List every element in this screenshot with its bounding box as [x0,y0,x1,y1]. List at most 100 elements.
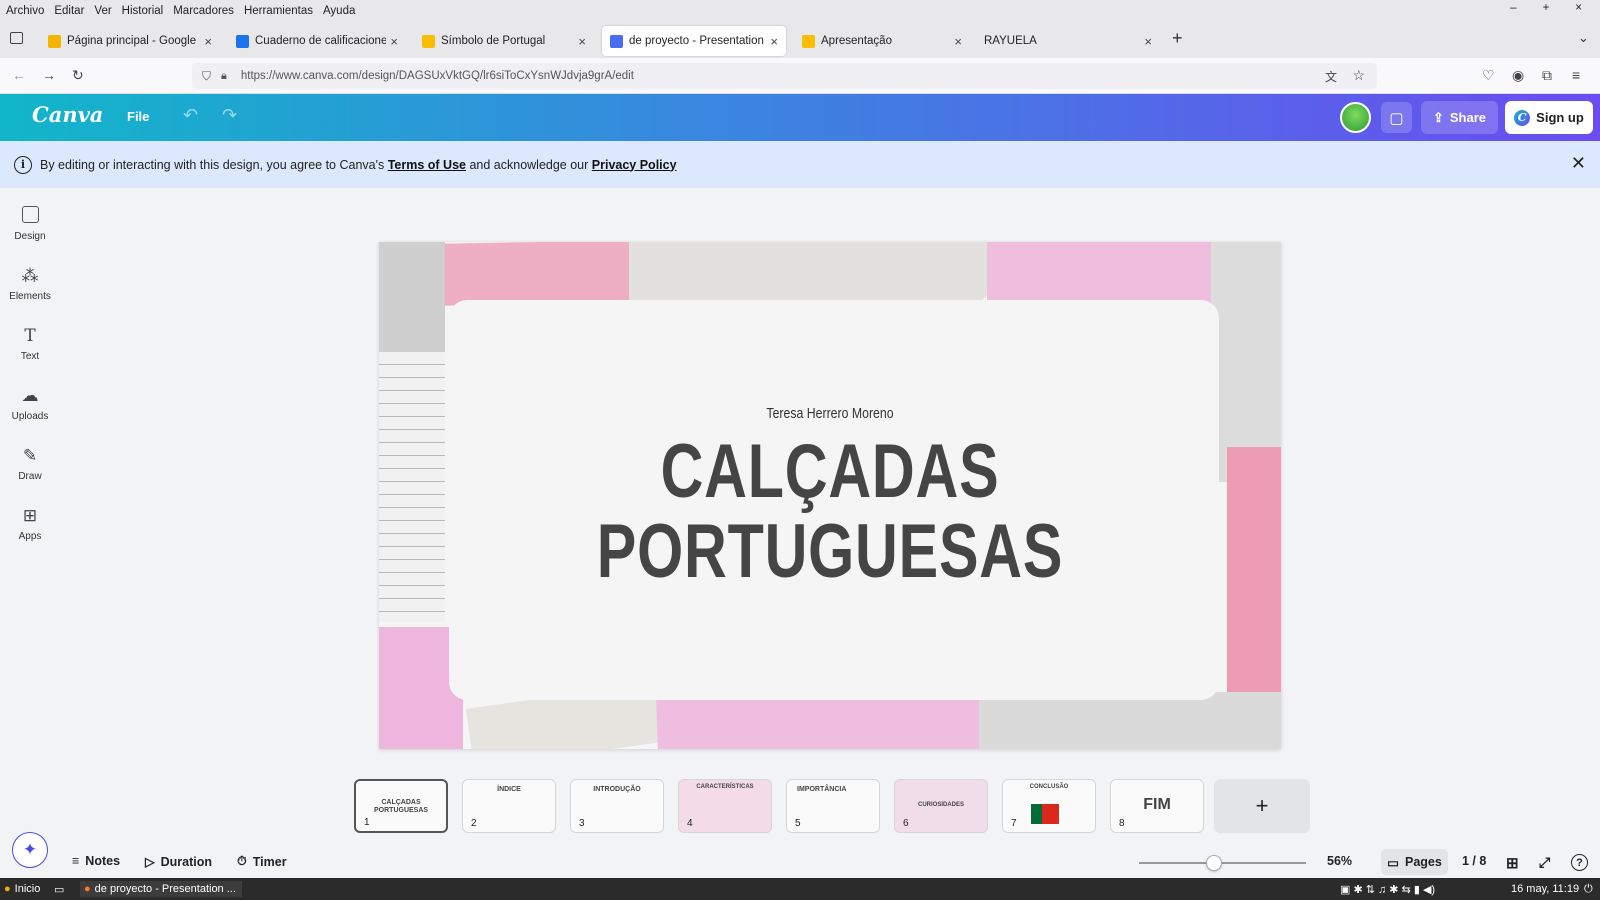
close-tab-icon[interactable]: × [390,34,398,49]
duration-button[interactable]: ▷ Duration [145,854,212,870]
close-tab-icon[interactable]: × [578,34,586,49]
slide-author[interactable]: Teresa Herrero Moreno [460,405,1200,422]
sign-up-button[interactable]: C Sign up [1505,101,1593,134]
notes-label: Notes [85,854,121,868]
shield-icon: ⛉ [202,68,212,83]
close-tab-icon[interactable]: × [204,34,212,49]
pocket-icon[interactable]: ♡ [1482,67,1495,84]
close-tab-icon[interactable]: × [1144,34,1152,49]
close-tab-icon[interactable]: × [954,34,962,49]
close-banner-icon[interactable]: ✕ [1571,153,1586,174]
close-tab-icon[interactable]: × [770,34,778,49]
page-thumbnail-4[interactable]: CARACTERÍSTICAS 4 [678,779,772,833]
translate-icon[interactable]: 文 [1325,68,1337,85]
undo-icon[interactable]: ↶ [183,105,198,126]
help-icon[interactable]: ? [1571,854,1588,871]
tab-overflow-chevron-icon[interactable]: ⌄ [1578,30,1589,46]
add-page-button[interactable]: + [1214,779,1310,833]
extensions-icon[interactable]: ⧉ [1542,67,1552,84]
elements-icon: ⁂ [21,266,39,285]
account-icon[interactable]: ◉ [1512,67,1524,84]
close-window-button[interactable]: × [1575,2,1582,14]
fullscreen-icon[interactable]: ⤢ [1539,854,1550,871]
sidebar-item-draw[interactable]: ✎ Draw [0,446,60,482]
notes-button[interactable]: ≡ Notes [72,854,120,868]
bookmark-star-icon[interactable]: ☆ [1352,67,1365,84]
menu-ayuda[interactable]: Ayuda [323,5,355,17]
page-thumbnail-6[interactable]: CURIOSIDADES 6 [894,779,988,833]
menu-herramientas[interactable]: Herramientas [244,5,313,17]
page-counter: 1 / 8 [1462,854,1487,868]
page-thumbnail-1[interactable]: CALÇADAS PORTUGUESAS 1 [354,779,448,833]
menu-marcadores[interactable]: Marcadores [173,5,234,17]
page-thumbnail-8[interactable]: FIM 8 [1110,779,1204,833]
slide-title-line-1[interactable]: CALÇADAS [478,428,1182,515]
maximize-window-button[interactable]: + [1543,2,1550,14]
menu-archivo[interactable]: Archivo [6,5,44,17]
comment-icon[interactable]: ▢ [1381,102,1412,133]
zoom-level[interactable]: 56% [1327,854,1352,868]
lined-paper-left [379,352,445,622]
menu-editar[interactable]: Editar [54,5,84,17]
tab-rayuela[interactable]: RAYUELA × [976,26,1160,56]
tab-list-icon[interactable] [10,32,23,44]
url-bar[interactable]: ⛉ 🔒︎ https://www.canva.com/design/DAGSUx… [192,63,1377,89]
cloud-upload-icon: ☁ [21,386,39,405]
page-number: 7 [1011,818,1017,829]
slide-canvas[interactable]: Teresa Herrero Moreno CALÇADAS PORTUGUES… [379,242,1281,749]
start-button[interactable]: ● Inicio [4,881,40,897]
design-icon [21,206,39,223]
sidebar-item-design[interactable]: Design [0,206,60,242]
tab-simbolo-portugal[interactable]: Símbolo de Portugal × [414,26,594,56]
zoom-slider-handle[interactable] [1206,855,1222,871]
browser-navbar: ← → ↻ ⛉ 🔒︎ https://www.canva.com/design/… [0,58,1600,94]
browser-tabbar: Página principal - Google Drive × Cuader… [0,22,1600,58]
reload-icon[interactable]: ↻ [72,67,84,84]
sidebar-item-label: Elements [9,291,51,302]
taskbar-firefox-window[interactable]: ● de proyecto - Presentation ... [80,881,242,897]
timer-label: Timer [252,854,287,869]
thumbnail-title: INTRODUÇÃO [593,786,641,793]
text-icon: T [24,326,36,346]
minimize-window-button[interactable]: – [1510,2,1516,14]
sidebar-item-text[interactable]: T Text [0,326,60,362]
menu-hamburger-icon[interactable]: ≡ [1572,67,1580,83]
share-button[interactable]: ⇪ Share [1421,101,1498,134]
new-tab-icon[interactable]: + [1172,28,1183,49]
start-label: Inicio [14,883,41,895]
canva-logo[interactable]: Canva [32,102,103,127]
forward-arrow-icon[interactable]: → [42,67,56,83]
pages-button[interactable]: ▭ Pages [1381,849,1448,875]
tab-presentation[interactable]: de proyecto - Presentation × [602,26,786,56]
banner-text-1: By editing or interacting with this desi… [40,157,388,172]
grey-paper-top-left [379,242,445,362]
sidebar-item-uploads[interactable]: ☁ Uploads [0,386,60,422]
tab-google-drive[interactable]: Página principal - Google Drive × [40,26,220,56]
slide-title-line-2[interactable]: PORTUGUESAS [478,508,1182,595]
page-thumbnail-3[interactable]: INTRODUÇÃO 3 [570,779,664,833]
page-thumbnail-7[interactable]: CONCLUSÃO 7 [1002,779,1096,833]
classroom-icon [236,34,249,48]
page-thumbnail-5[interactable]: IMPORTÂNCIA 5 [786,779,880,833]
user-avatar[interactable] [1340,102,1371,133]
power-icon[interactable]: ⏻ [1584,881,1593,897]
tab-cuaderno[interactable]: Cuaderno de calificaciones de × [228,26,406,56]
zoom-slider-track[interactable] [1139,862,1306,864]
file-menu-button[interactable]: File [127,109,149,124]
file-manager-icon[interactable]: ▭ [54,881,64,897]
menu-ver[interactable]: Ver [94,5,111,17]
tab-label: de proyecto - Presentation [629,35,764,47]
redo-icon[interactable]: ↷ [222,105,237,126]
grid-view-icon[interactable]: ⊞ [1506,854,1519,872]
tab-apresentacao[interactable]: Apresentação × [794,26,970,56]
page-thumbnail-2[interactable]: ÍNDICE 2 [462,779,556,833]
back-arrow-icon[interactable]: ← [12,67,26,83]
sidebar-item-elements[interactable]: ⁂ Elements [0,266,60,302]
tray-icons[interactable]: ▣ ✱ ⇅ ♫ ✱ ⇆ ▮ ◀) [1340,881,1435,897]
privacy-policy-link[interactable]: Privacy Policy [592,158,677,172]
menu-historial[interactable]: Historial [122,5,164,17]
terms-of-use-link[interactable]: Terms of Use [388,158,466,172]
grey-paper-right [1211,242,1281,482]
timer-button[interactable]: ⏱︎ Timer [237,854,287,869]
sidebar-item-apps[interactable]: ⊞ Apps [0,506,60,542]
